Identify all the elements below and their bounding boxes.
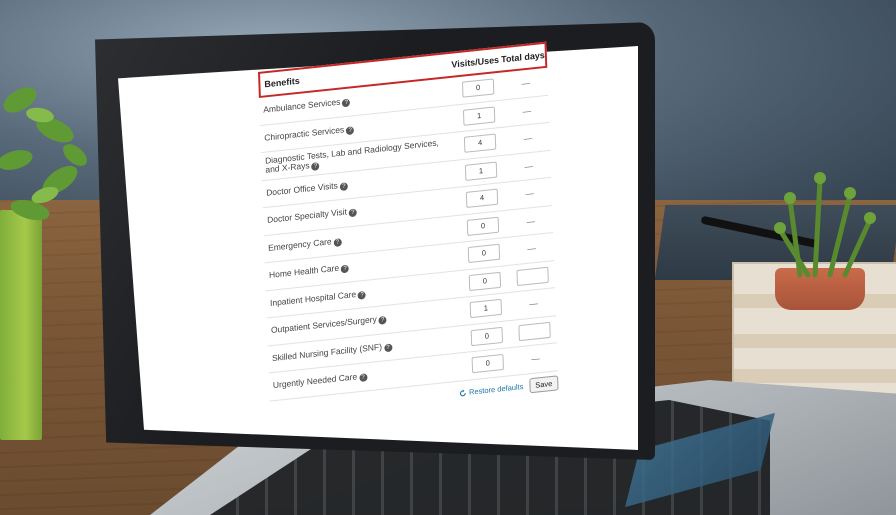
header-visits: Visits/Uses [451, 54, 500, 70]
benefit-name: Inpatient Hospital Care [269, 288, 357, 308]
question-circle-icon[interactable]: ? [357, 290, 367, 300]
total-days-value: — [523, 132, 533, 144]
total-days-value: — [531, 353, 540, 365]
question-circle-icon[interactable]: ? [342, 98, 351, 108]
visits-cell: 1 [455, 160, 507, 181]
visits-input[interactable]: 0 [468, 271, 502, 291]
visits-cell: 4 [456, 188, 508, 209]
visits-input[interactable]: 0 [470, 326, 504, 346]
total-days-value: — [525, 188, 535, 199]
benefit-name: Outpatient Services/Surgery [270, 314, 377, 336]
total-days-value: — [524, 160, 534, 172]
question-circle-icon[interactable]: ? [311, 161, 320, 171]
days-cell: — [506, 131, 550, 146]
question-circle-icon[interactable]: ? [333, 237, 342, 247]
days-cell: — [510, 241, 554, 256]
visits-input[interactable]: 1 [464, 161, 498, 181]
benefits-form: Benefits Visits/Uses Total days Ambulanc… [258, 41, 559, 403]
benefit-name: Skilled Nursing Facility (SNF) [271, 341, 383, 363]
days-cell: — [509, 214, 553, 229]
total-days-value: — [521, 77, 531, 89]
visits-input[interactable]: 1 [469, 299, 503, 319]
header-days: Total days [501, 49, 545, 65]
visits-cell: 0 [461, 326, 513, 347]
crate-slat [734, 369, 896, 383]
visits-input[interactable]: 1 [462, 106, 496, 126]
visits-cell: 0 [458, 243, 510, 264]
question-circle-icon[interactable]: ? [348, 208, 358, 218]
visits-cell: 4 [454, 133, 506, 154]
visits-input[interactable]: 4 [465, 188, 499, 209]
restore-defaults-link[interactable]: Restore defaults [459, 382, 524, 398]
days-cell: — [507, 159, 551, 174]
visits-cell: 0 [457, 215, 509, 236]
benefit-name: Doctor Office Visits [266, 180, 338, 198]
benefit-name: Chiropractic Services [264, 124, 345, 143]
days-cell: — [512, 296, 556, 311]
total-days-input[interactable] [516, 266, 549, 286]
photo-scene: Benefits Visits/Uses Total days Ambulanc… [0, 0, 896, 515]
benefit-name: Ambulance Services [263, 96, 341, 115]
visits-input[interactable]: 0 [461, 78, 495, 99]
refresh-icon [460, 388, 467, 396]
visits-input[interactable]: 0 [467, 243, 501, 264]
save-button[interactable]: Save [529, 375, 559, 394]
benefit-name: Doctor Specialty Visit [266, 206, 348, 226]
total-days-value: — [529, 298, 539, 310]
days-cell: — [513, 352, 557, 367]
visits-cell: 1 [460, 298, 512, 319]
visits-input[interactable]: 0 [466, 216, 500, 236]
benefit-name: Emergency Care [267, 235, 332, 253]
question-circle-icon[interactable]: ? [378, 316, 387, 325]
question-circle-icon[interactable]: ? [341, 264, 350, 274]
days-cell [510, 266, 554, 287]
days-cell: — [504, 76, 548, 91]
visits-cell: 0 [462, 353, 514, 374]
days-cell: — [508, 186, 552, 201]
question-circle-icon[interactable]: ? [358, 373, 368, 383]
benefit-name: Home Health Care [268, 262, 340, 281]
question-circle-icon[interactable]: ? [346, 126, 355, 135]
visits-input[interactable]: 0 [471, 354, 504, 374]
days-cell [512, 321, 556, 342]
visits-input[interactable]: 4 [463, 133, 497, 154]
succulent-right-icon [774, 172, 876, 278]
total-days-value: — [522, 105, 532, 117]
restore-defaults-label: Restore defaults [468, 381, 524, 397]
benefit-name: Urgently Needed Care [272, 371, 358, 391]
benefits-rows: Ambulance Services? 0 — Chiropractic Servic… [258, 67, 558, 402]
total-days-value: — [527, 243, 537, 255]
crate-slat [734, 334, 896, 348]
visits-cell: 1 [453, 105, 505, 126]
visits-cell: 0 [452, 78, 504, 99]
total-days-value: — [526, 215, 536, 227]
total-days-input[interactable] [518, 321, 551, 341]
question-circle-icon[interactable]: ? [383, 343, 393, 353]
visits-cell: 0 [459, 270, 511, 291]
question-circle-icon[interactable]: ? [339, 181, 348, 191]
plant-left-icon [0, 87, 87, 221]
days-cell: — [505, 104, 549, 119]
